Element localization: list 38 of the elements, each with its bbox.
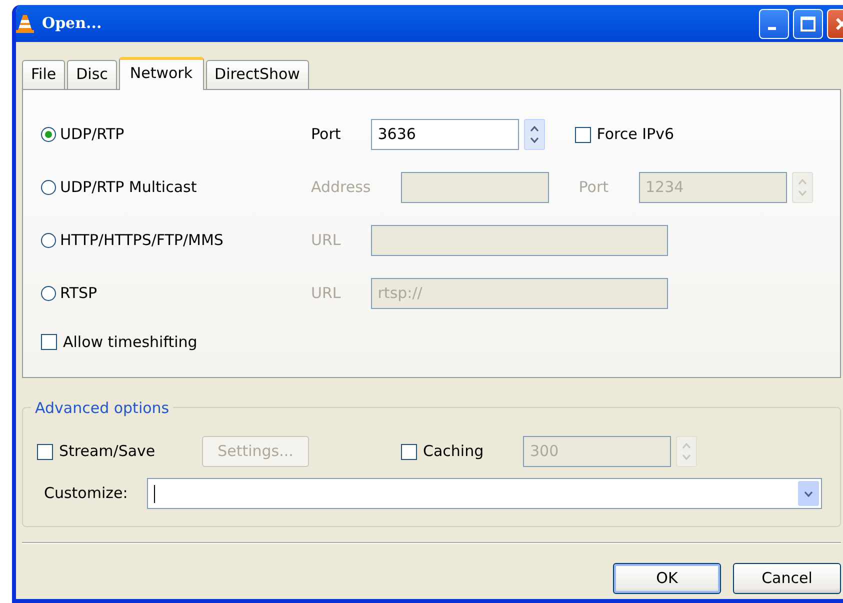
combo-box[interactable] bbox=[147, 478, 822, 509]
dialog-button[interactable]: Cancel bbox=[733, 563, 841, 594]
checkbox-label: Caching bbox=[423, 441, 484, 462]
maximize-icon bbox=[800, 16, 816, 32]
radio-label: UDP/RTP bbox=[60, 124, 124, 146]
checkbox[interactable] bbox=[574, 126, 591, 142]
checkbox-label: Force IPv6 bbox=[596, 124, 674, 146]
spin-buttons[interactable] bbox=[524, 119, 545, 150]
field-label: URL bbox=[311, 283, 341, 304]
radio-button[interactable] bbox=[41, 180, 56, 195]
tab[interactable]: Network bbox=[118, 57, 204, 90]
field-label: Address bbox=[311, 177, 371, 198]
radio-label: RTSP bbox=[60, 283, 98, 304]
radio-button[interactable] bbox=[41, 286, 56, 301]
field-label: Port bbox=[578, 177, 608, 198]
checkbox-label: Allow timeshifting bbox=[63, 332, 198, 353]
radio-label: HTTP/HTTPS/FTP/MMS bbox=[60, 230, 224, 252]
tab[interactable]: Disc bbox=[67, 60, 117, 89]
field-label: Port bbox=[311, 124, 341, 146]
checkbox[interactable] bbox=[41, 334, 57, 350]
checkbox[interactable] bbox=[37, 444, 53, 460]
text-cursor bbox=[154, 484, 155, 502]
dialog-button[interactable]: OK bbox=[613, 563, 721, 594]
minimize-button[interactable] bbox=[759, 8, 789, 38]
tab[interactable]: DirectShow bbox=[206, 60, 309, 89]
minimize-icon bbox=[768, 27, 776, 30]
window-title: Open... bbox=[42, 13, 103, 34]
input-field[interactable]: 3636 bbox=[370, 119, 519, 150]
tab[interactable]: File bbox=[22, 60, 66, 89]
radio-button[interactable] bbox=[41, 233, 56, 248]
radio-label: UDP/RTP Multicast bbox=[60, 177, 197, 198]
maximize-button[interactable] bbox=[793, 8, 823, 38]
radio-button[interactable] bbox=[41, 127, 56, 142]
combo-label: Customize: bbox=[44, 483, 129, 504]
checkbox-label: Stream/Save bbox=[59, 441, 156, 462]
traffic-cone-icon bbox=[16, 14, 34, 34]
checkbox[interactable] bbox=[401, 444, 417, 460]
field-label: URL bbox=[311, 230, 341, 252]
